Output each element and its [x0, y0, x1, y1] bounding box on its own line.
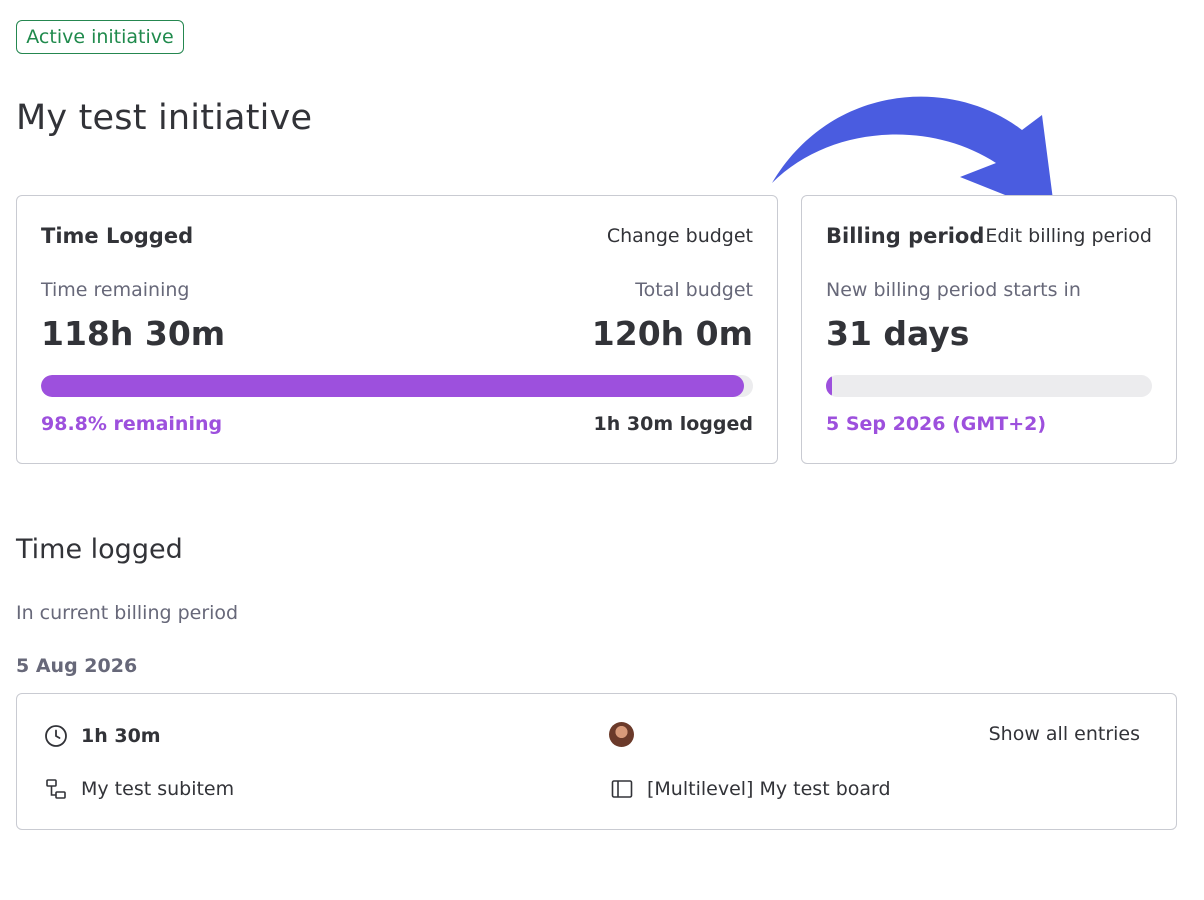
change-budget-button[interactable]: Change budget — [607, 225, 753, 247]
logged-time-text: 1h 30m logged — [593, 413, 753, 435]
billing-starts-label: New billing period starts in — [826, 279, 1081, 301]
entry-date-heading: 5 Aug 2026 — [16, 655, 138, 677]
status-badge: Active initiative — [16, 20, 184, 54]
entry-board-name[interactable]: [Multilevel] My test board — [647, 778, 891, 800]
avatar[interactable] — [609, 722, 634, 747]
page-title: My test initiative — [16, 98, 313, 138]
billing-progress-fill — [826, 375, 832, 397]
time-logged-subtitle: In current billing period — [16, 602, 239, 624]
entry-user[interactable] — [609, 722, 634, 747]
board-icon — [609, 776, 635, 802]
clock-icon — [43, 723, 69, 749]
show-all-entries-text[interactable]: Show all entries — [989, 723, 1140, 745]
edit-billing-period-button[interactable]: Edit billing period — [985, 225, 1152, 247]
time-remaining-label: Time remaining — [41, 279, 190, 301]
total-budget-label: Total budget — [635, 279, 753, 301]
time-logged-card: Time Logged Change budget Time remaining… — [16, 195, 778, 464]
entry-duration: 1h 30m — [43, 723, 161, 749]
subitem-icon — [43, 776, 69, 802]
total-budget-value: 120h 0m — [591, 314, 753, 353]
entry-board-link[interactable]: [Multilevel] My test board — [609, 776, 891, 802]
entry-duration-text: 1h 30m — [81, 725, 161, 747]
billing-days-value: 31 days — [826, 314, 970, 353]
remaining-percent-text: 98.8% remaining — [41, 413, 223, 435]
time-logged-heading: Time logged — [16, 534, 183, 565]
time-entry-card: 1h 30m Show all entries My test subitem … — [16, 693, 1177, 830]
billing-progress-bar — [826, 375, 1152, 397]
time-card-title: Time Logged — [41, 224, 194, 248]
time-remaining-value: 118h 30m — [41, 314, 226, 353]
billing-next-date: 5 Sep 2026 (GMT+2) — [826, 413, 1047, 435]
billing-card-title: Billing period — [826, 224, 985, 248]
billing-period-card: Billing period Edit billing period New b… — [801, 195, 1177, 464]
time-progress-fill — [41, 375, 745, 397]
show-all-entries-link[interactable]: Show all entries — [989, 723, 1140, 745]
time-progress-bar — [41, 375, 753, 397]
entry-item-link[interactable]: My test subitem — [43, 776, 234, 802]
entry-item-name[interactable]: My test subitem — [81, 778, 234, 800]
